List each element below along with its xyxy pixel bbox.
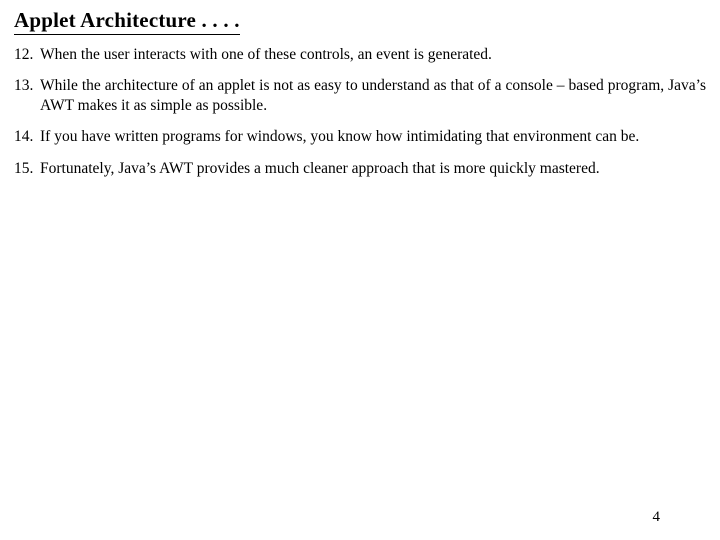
list-item: 14. If you have written programs for win… [14,127,706,146]
page-number: 4 [653,509,661,526]
numbered-list: 12. When the user interacts with one of … [14,45,706,178]
item-number: 15. [14,159,40,178]
list-item: 15. Fortunately, Java’s AWT provides a m… [14,159,706,178]
item-text: While the architecture of an applet is n… [40,76,706,115]
list-item: 12. When the user interacts with one of … [14,45,706,64]
list-item: 13. While the architecture of an applet … [14,76,706,115]
item-number: 13. [14,76,40,115]
item-number: 12. [14,45,40,64]
item-number: 14. [14,127,40,146]
item-text: Fortunately, Java’s AWT provides a much … [40,159,706,178]
item-text: If you have written programs for windows… [40,127,706,146]
item-text: When the user interacts with one of thes… [40,45,706,64]
page-title: Applet Architecture . . . . [14,8,240,35]
